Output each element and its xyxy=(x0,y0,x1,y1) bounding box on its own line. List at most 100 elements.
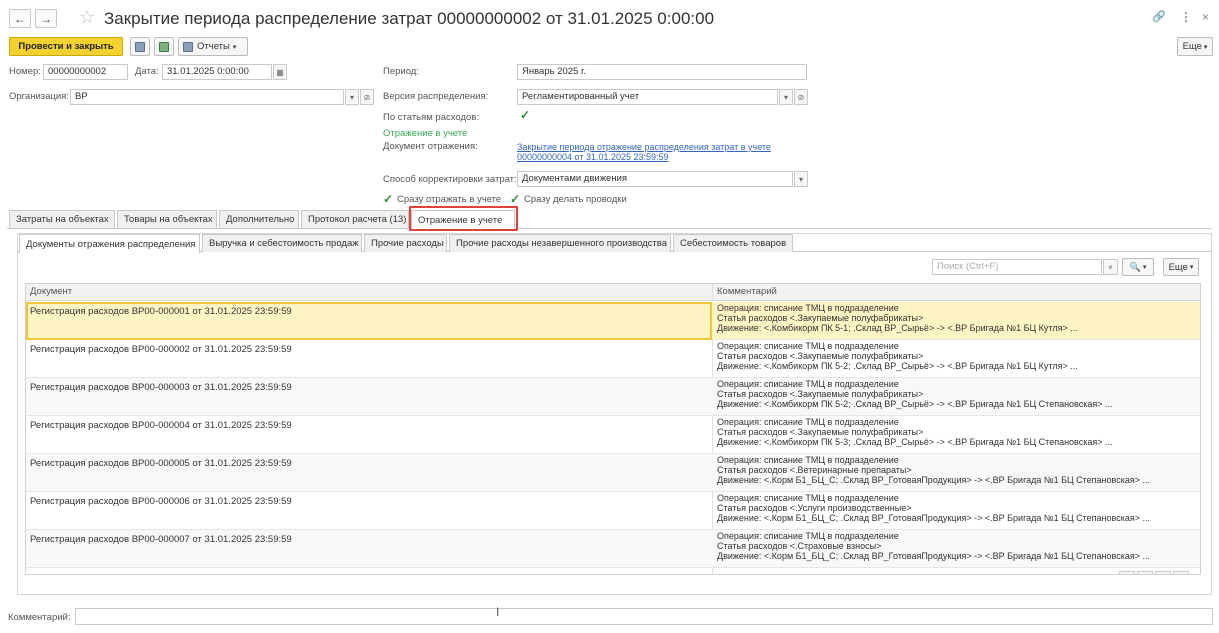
organization-dropdown-button[interactable]: ▾ xyxy=(345,89,359,105)
version-field[interactable]: Регламентированный учет xyxy=(517,89,778,105)
tab-additional[interactable]: Дополнительно xyxy=(219,210,299,228)
forward-button[interactable]: → xyxy=(35,9,57,28)
comment-line: Движение: <.Комбикорм ПК 5-1; .Склад ВР_… xyxy=(717,323,1078,333)
link-icon[interactable]: 🔗 xyxy=(1152,10,1166,23)
tab-highlight xyxy=(409,206,518,231)
subtab-other-wip[interactable]: Прочие расходы незавершенного производст… xyxy=(449,234,671,252)
version-open-button[interactable]: ⊘ xyxy=(794,89,808,105)
post-and-close-button[interactable]: Провести и закрыть xyxy=(9,37,123,56)
by-items-label: По статьям расходов: xyxy=(383,112,479,123)
table-header: Документ Комментарий xyxy=(26,284,1200,301)
organization-open-button[interactable]: ⊘ xyxy=(360,89,374,105)
documents-table: Документ Комментарий Регистрация расходо… xyxy=(25,283,1201,575)
reports-button[interactable]: Отчеты ▾ xyxy=(178,37,248,56)
row-document: Регистрация расходов ВР00-000005 от 31.0… xyxy=(30,458,292,469)
period-label: Период: xyxy=(383,66,419,77)
document-icon xyxy=(159,41,169,52)
save-button[interactable] xyxy=(130,37,150,56)
subtab-reflection-docs[interactable]: Документы отражения распределения xyxy=(19,234,200,253)
back-button[interactable]: ← xyxy=(9,9,31,28)
comment-line: Статья расходов <.Страховые взносы> xyxy=(717,541,882,551)
row-document: Регистрация расходов ВР00-000002 от 31.0… xyxy=(30,344,292,355)
table-row[interactable]: Регистрация расходов ВР00-000005 от 31.0… xyxy=(26,454,1200,492)
scroll-top-button[interactable]: ⏶ xyxy=(1119,571,1135,574)
favorite-star-icon[interactable]: ☆ xyxy=(79,7,95,28)
comment-label: Комментарий: xyxy=(8,612,71,623)
reflect-now-checkbox[interactable]: ✓ xyxy=(383,193,394,205)
correction-method-label: Способ корректировки затрат: xyxy=(383,174,517,185)
subtab-goods-cost[interactable]: Себестоимость товаров xyxy=(673,234,793,252)
post-now-label: Сразу делать проводки xyxy=(524,194,627,205)
correction-method-field[interactable]: Документами движения xyxy=(517,171,793,187)
scroll-bottom-button[interactable]: ⏷ xyxy=(1173,571,1189,574)
row-comment: Операция: списание ТМЦ в подразделение С… xyxy=(717,417,1113,447)
more-label: Еще xyxy=(1182,41,1202,52)
close-icon[interactable]: × xyxy=(1202,10,1209,24)
version-dropdown-button[interactable]: ▾ xyxy=(779,89,793,105)
chevron-down-icon: ▾ xyxy=(232,43,237,51)
table-row[interactable]: Регистрация расходов ВР00-000006 от 31.0… xyxy=(26,492,1200,530)
tab-calculation-log[interactable]: Протокол расчета (13) xyxy=(301,210,409,228)
comment-line: Операция: списание ТМЦ в подразделение xyxy=(717,455,899,465)
table-row[interactable]: Регистрация расходов ВР00-000001 от 31.0… xyxy=(26,302,1200,340)
document-reflection-label: Документ отражения: xyxy=(383,141,478,152)
period-field[interactable]: Январь 2025 г. xyxy=(517,64,807,80)
row-document: Регистрация расходов ВР00-000001 от 31.0… xyxy=(30,306,292,317)
chevron-down-icon: ▾ xyxy=(1142,264,1147,271)
date-label: Дата: xyxy=(135,66,159,77)
row-document: Регистрация расходов ВР00-000004 от 31.0… xyxy=(30,420,292,431)
tab-costs-objects[interactable]: Затраты на объектах xyxy=(9,210,115,228)
scroll-up-button[interactable]: ▴ xyxy=(1137,571,1153,574)
link-icon: ⊘ xyxy=(797,92,805,102)
print-button[interactable] xyxy=(154,37,174,56)
table-row[interactable]: Регистрация расходов ВР00-000003 от 31.0… xyxy=(26,378,1200,416)
save-icon xyxy=(135,41,145,52)
organization-label: Организация: xyxy=(9,91,69,102)
organization-field[interactable]: ВР xyxy=(70,89,344,105)
search-icon: 🔍 xyxy=(1129,261,1141,272)
post-now-checkbox[interactable]: ✓ xyxy=(510,193,521,205)
date-field[interactable]: 31.01.2025 0:00:00 xyxy=(162,64,272,80)
menu-icon[interactable]: ⋮ xyxy=(1180,10,1192,24)
page-title: Закрытие периода распределение затрат 00… xyxy=(104,9,715,28)
scroll-down-button[interactable]: ▾ xyxy=(1155,571,1171,575)
comment-line: Операция: списание ТМЦ в подразделение xyxy=(717,341,899,351)
row-document: Регистрация расходов ВР00-000003 от 31.0… xyxy=(30,382,292,393)
document-reflection-link-number[interactable]: 00000000004 от 31.01.2025 23:59:59 xyxy=(517,152,669,162)
arrow-left-icon: ← xyxy=(14,11,26,26)
row-comment: Операция: списание ТМЦ в подразделение С… xyxy=(717,531,1150,561)
correction-dropdown-button[interactable]: ▾ xyxy=(794,171,808,187)
search-input[interactable]: Поиск (Ctrl+F) xyxy=(932,259,1102,275)
subtab-other-expenses[interactable]: Прочие расходы xyxy=(364,234,447,252)
search-clear-button[interactable]: × xyxy=(1103,259,1118,275)
by-items-checkbox[interactable]: ✓ xyxy=(520,109,531,121)
comment-line: Операция: списание ТМЦ в подразделение xyxy=(717,379,899,389)
more-button[interactable]: Еще ▾ xyxy=(1177,37,1213,56)
arrow-right-icon: → xyxy=(40,11,52,26)
subtab-revenue-cost[interactable]: Выручка и себестоимость продаж xyxy=(202,234,362,252)
search-button[interactable]: 🔍 ▾ xyxy=(1122,258,1154,276)
column-comment[interactable]: Комментарий xyxy=(717,286,777,297)
chevron-down-icon: ▾ xyxy=(349,92,354,102)
reports-label: Отчеты xyxy=(197,41,230,52)
table-row[interactable]: Регистрация расходов ВР00-000002 от 31.0… xyxy=(26,340,1200,378)
table-more-button[interactable]: Еще ▾ xyxy=(1163,258,1199,276)
column-document[interactable]: Документ xyxy=(30,286,72,297)
arrow-down-icon: ▾ xyxy=(1161,574,1165,575)
number-field[interactable]: 00000000002 xyxy=(43,64,128,80)
chevron-down-icon: ▾ xyxy=(1203,43,1208,51)
comment-line: Движение: <.Комбикорм ПК 5-2; .Склад ВР_… xyxy=(717,399,1113,409)
tabs-divider xyxy=(7,228,1212,229)
comment-line: Статья расходов <.Закупаемые полуфабрика… xyxy=(717,389,924,399)
tab-goods-objects[interactable]: Товары на объектах xyxy=(117,210,217,228)
chevron-down-icon: ▾ xyxy=(783,92,788,102)
table-row[interactable]: Регистрация расходов ВР00-000007 от 31.0… xyxy=(26,530,1200,568)
calendar-button[interactable]: ▦ xyxy=(273,64,287,80)
comment-field[interactable] xyxy=(75,608,1213,625)
document-reflection-link[interactable]: Закрытие периода отражение распределения… xyxy=(517,142,771,152)
comment-line: Движение: <.Корм Б1_БЦ_С; .Склад ВР_Гото… xyxy=(717,513,1150,523)
table-row[interactable]: Регистрация расходов ВР00-000004 от 31.0… xyxy=(26,416,1200,454)
link-icon: ⊘ xyxy=(363,92,371,102)
comment-line: Операция: списание ТМЦ в подразделение xyxy=(717,493,899,503)
comment-line: Движение: <.Комбикорм ПК 5-2; .Склад ВР_… xyxy=(717,361,1078,371)
